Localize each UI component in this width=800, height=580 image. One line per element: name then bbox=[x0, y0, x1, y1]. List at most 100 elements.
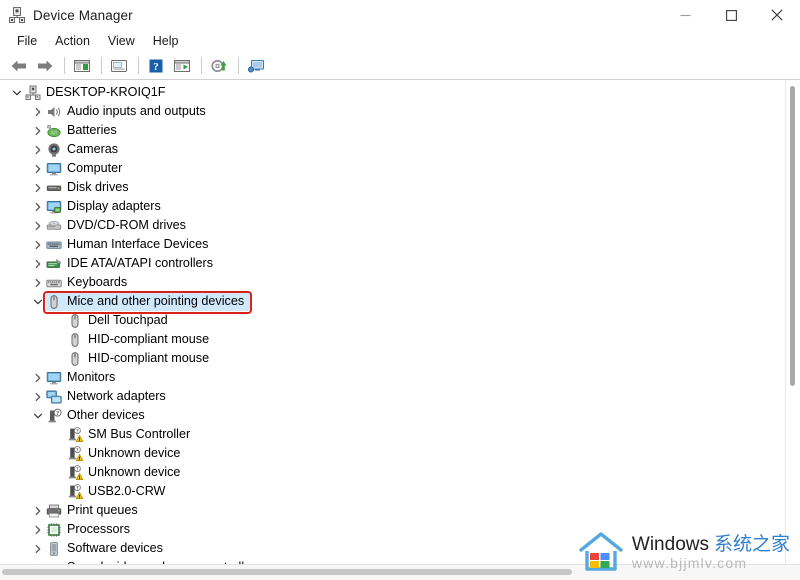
show-hide-console-tree-icon[interactable] bbox=[70, 55, 94, 77]
tree-item-label: Sound, video and game controllers bbox=[67, 558, 262, 564]
chevron-right-icon[interactable] bbox=[30, 387, 46, 406]
chevron-right-icon[interactable] bbox=[30, 197, 46, 216]
mouse-icon bbox=[46, 294, 62, 310]
menu-help[interactable]: Help bbox=[144, 32, 188, 50]
tree-item[interactable]: ? Unknown device bbox=[0, 444, 785, 463]
scan-hardware-changes-icon[interactable] bbox=[244, 55, 268, 77]
twisty-placeholder bbox=[51, 463, 67, 482]
tree-item-label: Computer bbox=[67, 161, 123, 175]
tree-item-label: Monitors bbox=[67, 370, 116, 384]
mouse-icon bbox=[67, 332, 83, 348]
tree-item[interactable]: Monitors bbox=[0, 368, 785, 387]
tree-item-label: Unknown device bbox=[88, 465, 181, 479]
tree-item-label: HID-compliant mouse bbox=[88, 332, 210, 346]
forward-arrow-icon[interactable] bbox=[33, 55, 57, 77]
back-arrow-icon[interactable] bbox=[7, 55, 31, 77]
tree-item[interactable]: Human Interface Devices bbox=[0, 235, 785, 254]
tree-item-label: Processors bbox=[67, 522, 130, 536]
menu-file[interactable]: File bbox=[8, 32, 46, 50]
tree-item[interactable]: ? USB2.0-CRW bbox=[0, 482, 785, 501]
chevron-right-icon[interactable] bbox=[30, 558, 46, 564]
chevron-right-icon[interactable] bbox=[30, 520, 46, 539]
tree-item-label: Software devices bbox=[67, 541, 163, 555]
chevron-right-icon[interactable] bbox=[30, 235, 46, 254]
printer-icon bbox=[46, 503, 62, 519]
tree-item[interactable]: Computer bbox=[0, 159, 785, 178]
svg-text:?: ? bbox=[56, 411, 59, 417]
network-adapter-icon bbox=[46, 389, 62, 405]
close-button[interactable] bbox=[754, 0, 800, 30]
tree-item[interactable]: IDE ATA/ATAPI controllers bbox=[0, 254, 785, 273]
device-manager-window: Device Manager File Action View Help ? D… bbox=[0, 0, 800, 580]
horizontal-scrollbar[interactable] bbox=[0, 564, 800, 580]
tree-view-container: DESKTOP-KROIQ1F Audio inputs and outputs B… bbox=[0, 80, 800, 564]
minimize-button[interactable] bbox=[662, 0, 708, 30]
mouse-icon bbox=[67, 313, 83, 329]
tree-item[interactable]: Dell Touchpad bbox=[0, 311, 785, 330]
tree-item-label: Keyboards bbox=[67, 275, 128, 289]
unknown-device-warning-icon: ? bbox=[67, 464, 84, 481]
tree-item[interactable]: HID-compliant mouse bbox=[0, 349, 785, 368]
tree-item[interactable]: ? SM Bus Controller bbox=[0, 425, 785, 444]
chevron-right-icon[interactable] bbox=[30, 102, 46, 121]
tree-item[interactable]: Cameras bbox=[0, 140, 785, 159]
tree-item-label: HID-compliant mouse bbox=[88, 351, 210, 365]
chevron-right-icon[interactable] bbox=[30, 178, 46, 197]
tree-item[interactable]: ? Unknown device bbox=[0, 463, 785, 482]
tree-item[interactable]: Network adapters bbox=[0, 387, 785, 406]
vertical-scrollbar-thumb[interactable] bbox=[790, 86, 795, 386]
tree-item[interactable]: Disk drives bbox=[0, 178, 785, 197]
horizontal-scrollbar-thumb[interactable] bbox=[2, 569, 572, 575]
monitor-icon bbox=[46, 370, 62, 386]
computer-root-icon bbox=[25, 85, 41, 101]
chevron-right-icon[interactable] bbox=[30, 121, 46, 140]
help-icon[interactable]: ? bbox=[144, 55, 168, 77]
maximize-button[interactable] bbox=[708, 0, 754, 30]
chevron-down-icon[interactable] bbox=[30, 406, 46, 425]
update-driver-icon[interactable] bbox=[207, 55, 231, 77]
chevron-right-icon[interactable] bbox=[30, 140, 46, 159]
tree-item[interactable]: Display adapters bbox=[0, 197, 785, 216]
properties-icon[interactable] bbox=[107, 55, 131, 77]
tree-item[interactable]: Print queues bbox=[0, 501, 785, 520]
software-device-icon bbox=[46, 541, 62, 557]
vertical-scrollbar[interactable] bbox=[785, 80, 800, 564]
tree-item-label: Audio inputs and outputs bbox=[67, 104, 206, 118]
other-device-icon: ? bbox=[46, 408, 62, 424]
chevron-right-icon[interactable] bbox=[30, 254, 46, 273]
device-tree[interactable]: DESKTOP-KROIQ1F Audio inputs and outputs B… bbox=[0, 80, 785, 564]
chevron-right-icon[interactable] bbox=[30, 539, 46, 558]
tree-item[interactable]: Keyboards bbox=[0, 273, 785, 292]
display-window-icon[interactable] bbox=[170, 55, 194, 77]
tree-item-label: SM Bus Controller bbox=[88, 427, 191, 441]
hid-icon bbox=[46, 237, 62, 253]
twisty-placeholder bbox=[51, 349, 67, 368]
menu-action[interactable]: Action bbox=[46, 32, 99, 50]
keyboard-icon bbox=[46, 275, 62, 291]
tree-item[interactable]: Software devices bbox=[0, 539, 785, 558]
tree-item[interactable]: DVD/CD-ROM drives bbox=[0, 216, 785, 235]
tree-item[interactable]: Audio inputs and outputs bbox=[0, 102, 785, 121]
menu-view[interactable]: View bbox=[99, 32, 144, 50]
speaker-icon bbox=[46, 104, 62, 120]
tree-item[interactable]: Mice and other pointing devices bbox=[0, 292, 785, 311]
unknown-device-warning-icon: ? bbox=[67, 483, 84, 500]
tree-item[interactable]: HID-compliant mouse bbox=[0, 330, 785, 349]
chevron-down-icon[interactable] bbox=[30, 292, 46, 311]
chevron-right-icon[interactable] bbox=[30, 159, 46, 178]
tree-item-label: DVD/CD-ROM drives bbox=[67, 218, 186, 232]
tree-item[interactable]: Batteries bbox=[0, 121, 785, 140]
chevron-down-icon[interactable] bbox=[9, 83, 25, 102]
chevron-right-icon[interactable] bbox=[30, 273, 46, 292]
menu-bar: File Action View Help bbox=[0, 30, 800, 52]
tree-item-label: DESKTOP-KROIQ1F bbox=[46, 85, 166, 99]
chevron-right-icon[interactable] bbox=[30, 368, 46, 387]
toolbar-separator-3 bbox=[138, 57, 139, 74]
twisty-placeholder bbox=[51, 444, 67, 463]
tree-item[interactable]: ? Other devices bbox=[0, 406, 785, 425]
chevron-right-icon[interactable] bbox=[30, 216, 46, 235]
tree-item[interactable]: Processors bbox=[0, 520, 785, 539]
tree-item[interactable]: DESKTOP-KROIQ1F bbox=[0, 83, 785, 102]
chevron-right-icon[interactable] bbox=[30, 501, 46, 520]
disk-drive-icon bbox=[46, 180, 62, 196]
